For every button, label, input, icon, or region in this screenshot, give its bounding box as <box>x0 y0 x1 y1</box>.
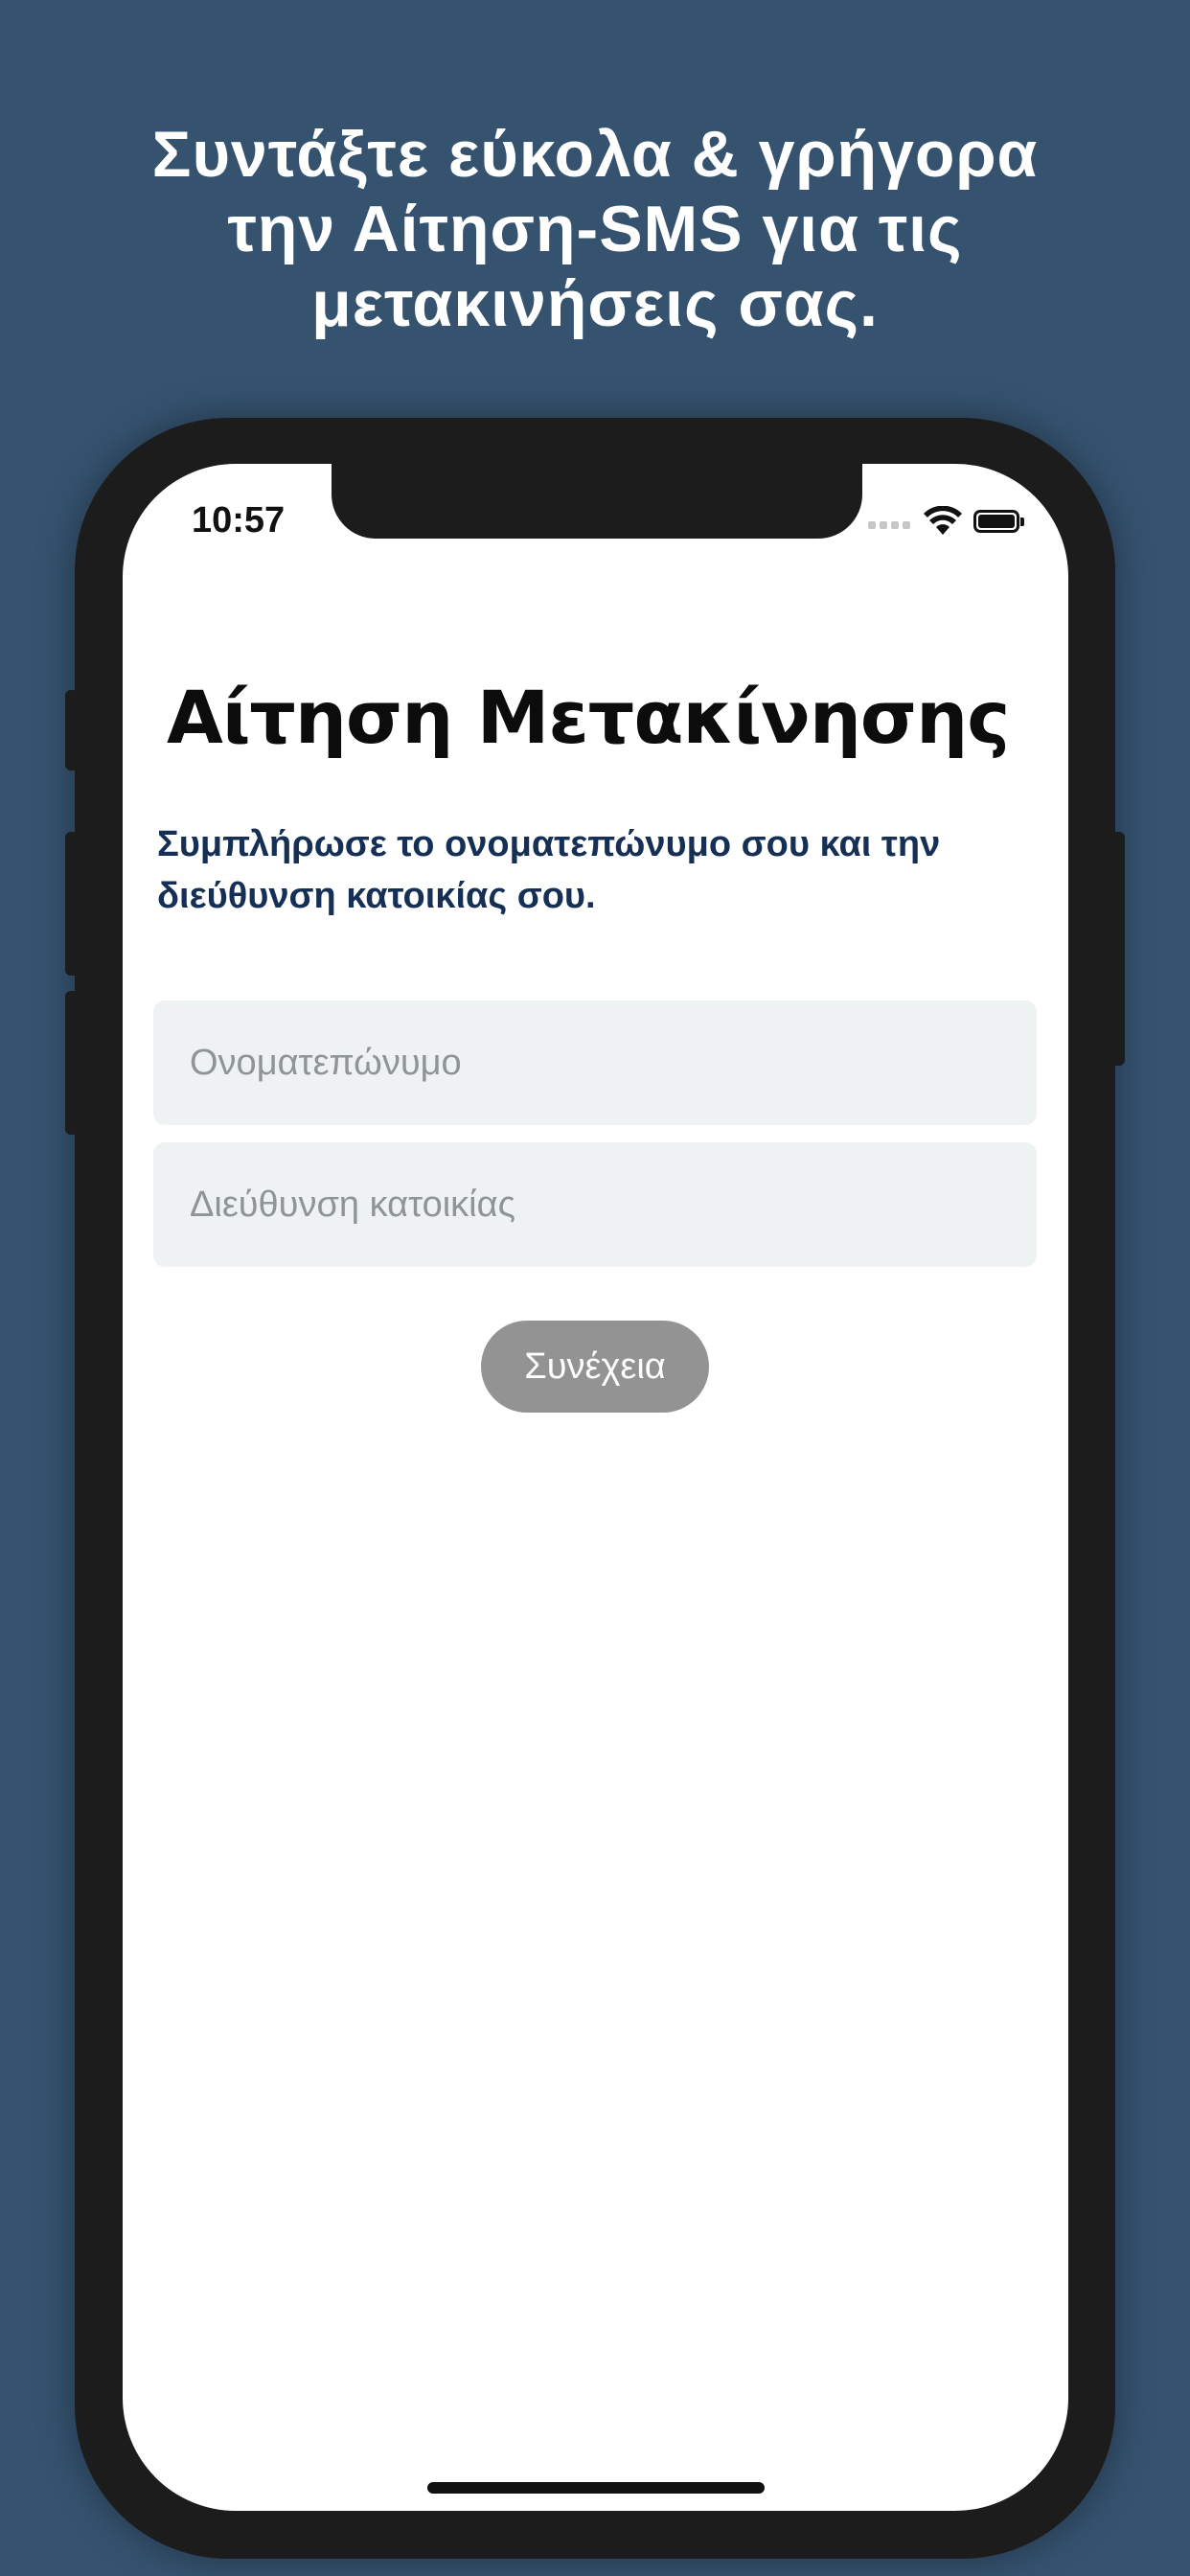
status-icons <box>868 502 1031 540</box>
battery-full-icon <box>973 510 1024 533</box>
mute-switch <box>65 690 79 770</box>
volume-up-button <box>65 832 79 976</box>
promo-line-2: την Αίτηση-SMS για τις <box>227 193 963 265</box>
continue-button[interactable]: Συνέχεια <box>481 1321 709 1413</box>
home-indicator <box>427 2482 765 2494</box>
status-time: 10:57 <box>192 500 286 540</box>
power-button <box>1111 832 1125 1066</box>
notch <box>332 464 862 539</box>
page-title: Αίτηση Μετακίνησης <box>167 675 1010 760</box>
promo-line-3: μετακινήσεις σας. <box>311 267 879 340</box>
volume-down-button <box>65 991 79 1135</box>
instructions-text: Συμπλήρωσε το ονοματεπώνυμο σου και την … <box>157 824 941 916</box>
home-address-input[interactable] <box>153 1142 1037 1267</box>
full-name-input[interactable] <box>153 1000 1037 1125</box>
promo-line-1: Συντάξτε εύκολα & γρήγορα <box>151 118 1039 191</box>
phone-screen: 10:57 Αίτηση Μετακίνησης Συμπλήρωσε το ο… <box>123 464 1068 2511</box>
wifi-icon <box>924 506 962 535</box>
promo-headline: Συντάξτε εύκολα & γρήγορα την Αίτηση-SMS… <box>0 117 1190 341</box>
cellular-signal-icon <box>868 521 910 531</box>
